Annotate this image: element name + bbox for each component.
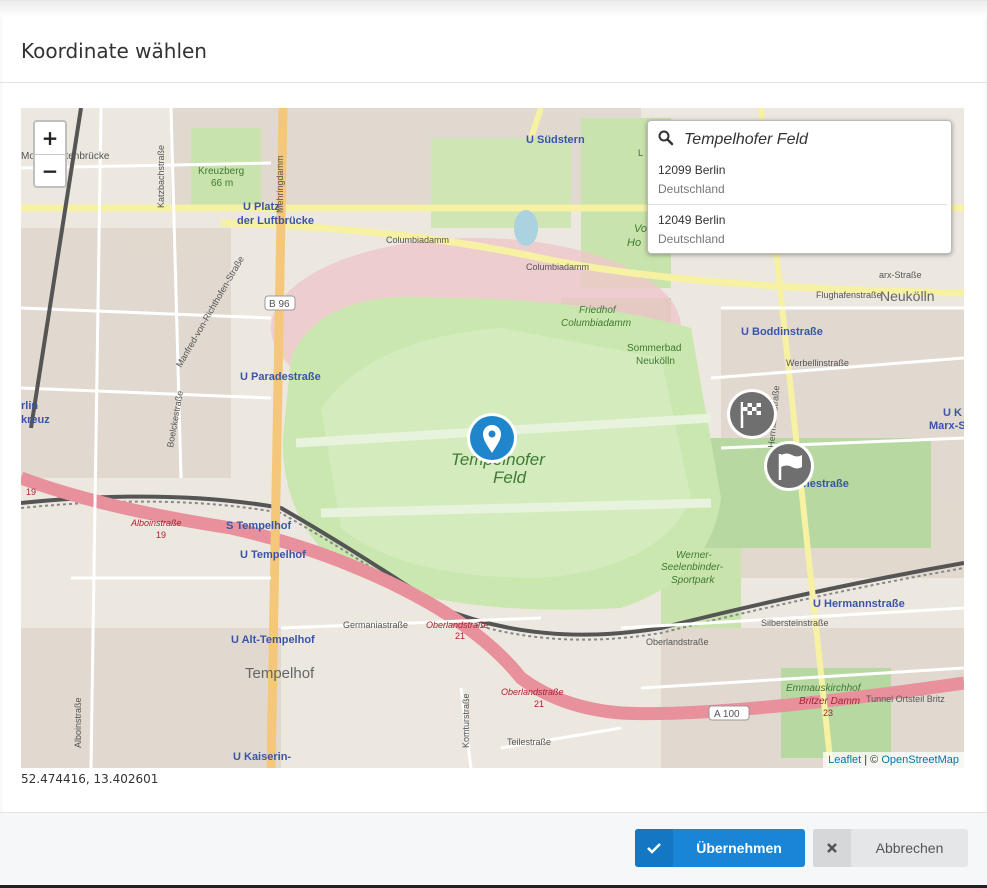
flag-icon[interactable]	[764, 441, 814, 491]
checkmark-icon	[635, 829, 673, 867]
label-u-k: U K	[943, 407, 962, 419]
label-marx: Marx-S	[929, 420, 964, 432]
dialog-header: Koordinate wählen	[0, 17, 987, 83]
coordinates-readout: 52.474416, 13.402601	[21, 772, 159, 786]
zoom-control: + −	[33, 120, 67, 188]
checkered-flag-icon[interactable]	[727, 389, 777, 439]
label-columbiadamm-2: Columbiadamm	[526, 262, 589, 272]
coordinate-dialog: Koordinate wählen Feld Neukölln Tempelho…	[0, 0, 987, 888]
label-b96: B 96	[269, 299, 290, 310]
cancel-button[interactable]: Abbrechen	[813, 829, 968, 867]
label-kreuzberg: Kreuzberg	[198, 166, 244, 177]
label-britzer: Britzer Damm	[799, 696, 860, 707]
label-columbiadamm: Columbiadamm	[386, 235, 449, 245]
label-tempelhof: Tempelhof	[245, 665, 315, 682]
label-kreuz: kreuz	[21, 414, 50, 426]
search-result-country: Deutschland	[658, 182, 725, 196]
search-result-country: Deutschland	[658, 232, 725, 246]
label-21a: 21	[455, 631, 465, 641]
search-result-city: 12099 Berlin	[658, 163, 726, 177]
cancel-button-label: Abbrechen	[875, 840, 944, 856]
label-friedhof: Friedhof	[579, 305, 617, 316]
label-23: 23	[823, 708, 833, 718]
close-icon	[813, 829, 851, 867]
label-21b: 21	[534, 699, 544, 709]
zoom-in-button[interactable]: +	[35, 122, 65, 154]
dialog-footer: Übernehmen Abbrechen	[0, 812, 987, 886]
map-search-input[interactable]	[682, 125, 946, 155]
label-u-paradestrasse: U Paradestraße	[240, 371, 321, 383]
label-l: L	[638, 148, 643, 158]
attribution-separator: | ©	[861, 754, 882, 766]
label-friedhof-2: Columbiadamm	[561, 318, 631, 329]
label-kreuzberg-height: 66 m	[211, 178, 233, 189]
label-u-hermannstrasse: U Hermannstraße	[813, 598, 905, 610]
label-emmaus: Emmauskirchhof	[786, 683, 862, 694]
search-result-item[interactable]: 12099 Berlin Deutschland	[648, 159, 951, 205]
label-werner-1: Werner-	[676, 550, 712, 561]
label-tunnel: Tunnel Ortsteil Britz	[866, 694, 945, 704]
osm-link[interactable]: OpenStreetMap	[881, 754, 959, 766]
zoom-out-button[interactable]: −	[35, 154, 65, 186]
result-divider	[648, 204, 947, 205]
label-oberlandstrasse-3: Oberlandstraße	[646, 637, 709, 647]
label-der-luftbrucke: der Luftbrücke	[237, 215, 314, 227]
label-germaniastrasse: Germaniastraße	[343, 620, 408, 630]
label-albrechtstrasse: Alboinstraße	[73, 697, 83, 748]
label-sommerbad-2: Neukölln	[636, 356, 675, 367]
label-mehringdamm: Mehringdamm	[275, 155, 285, 213]
label-marx-2: arx-Straße	[879, 270, 922, 280]
label-u-sudstern: U Südstern	[526, 134, 585, 146]
apply-button[interactable]: Übernehmen	[635, 829, 805, 867]
label-neukolln: Neukölln	[880, 288, 934, 304]
label-u-kaiserin: U Kaiserin-	[233, 751, 291, 763]
top-shadow	[0, 1, 987, 17]
search-icon	[658, 130, 674, 146]
label-sommerbad: Sommerbad	[627, 343, 681, 354]
label-werner-2: Seelenbinder-	[661, 562, 724, 573]
map-attribution: Leaflet | © OpenStreetMap	[823, 752, 964, 768]
label-19: 19	[156, 530, 166, 540]
label-rlin: rlin	[21, 400, 38, 412]
apply-button-label: Übernehmen	[696, 840, 782, 856]
label-oberlandstrasse: Oberlandstraße	[426, 620, 489, 630]
location-marker-icon[interactable]	[467, 413, 517, 463]
label-u-alt-tempelhof: U Alt-Tempelhof	[231, 634, 315, 646]
search-result-city: 12049 Berlin	[658, 213, 726, 227]
map-view[interactable]: Tempelhofer Feld Neukölln Tempelhof U Sü…	[21, 108, 964, 768]
label-teilestrasse: Teilestraße	[507, 737, 551, 747]
label-u-boddinstrasse: U Boddinstraße	[741, 326, 823, 338]
dialog-title: Koordinate wählen	[21, 39, 207, 63]
label-flughafenstrasse: Flughafenstraße	[816, 290, 882, 300]
label-vo: Vo	[634, 223, 647, 235]
map-search-panel: 12099 Berlin Deutschland 12049 Berlin De…	[647, 120, 952, 254]
leaflet-link[interactable]: Leaflet	[828, 754, 861, 766]
label-ho: Ho	[627, 237, 641, 249]
label-alboinstrasse: Alboinstraße	[130, 518, 182, 528]
label-werbellinstrasse: Werbellinstraße	[786, 358, 849, 368]
label-katzbach: Katzbachstraße	[156, 145, 166, 208]
label-komturstrasse: Komturstraße	[461, 693, 471, 748]
label-nestrasse: nestraße	[803, 478, 849, 490]
label-s-tempelhof: S Tempelhof	[226, 520, 292, 532]
search-result-item[interactable]: 12049 Berlin Deutschland	[648, 209, 951, 255]
label-feld: Feld	[493, 468, 527, 487]
label-werner-3: Sportpark	[671, 575, 715, 586]
label-oberlandstrasse-2: Oberlandstraße	[501, 687, 564, 697]
label-a100: A 100	[714, 709, 740, 720]
label-19b: 19	[26, 487, 36, 497]
label-u-tempelhof: U Tempelhof	[240, 549, 306, 561]
label-silbersteinstrasse: Silbersteinstraße	[761, 618, 829, 628]
